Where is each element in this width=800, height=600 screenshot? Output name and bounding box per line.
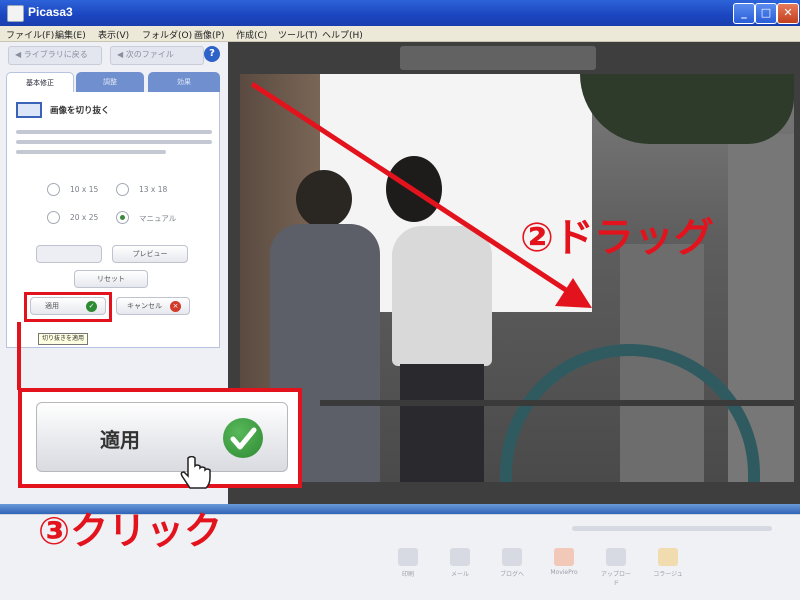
toolbar-label: ブログへ	[499, 571, 524, 578]
next-file-button[interactable]: ◀ 次のファイル	[110, 46, 204, 65]
window-title: Picasa3	[28, 5, 73, 19]
apply-tooltip: 切り抜きを適用	[38, 333, 89, 345]
menu-view[interactable]: 表示(V)	[98, 28, 129, 41]
drag-annotation: ②ドラッグ	[520, 215, 714, 261]
back-label: ライブラリに戻る	[23, 50, 88, 59]
reset-button[interactable]: リセット	[74, 270, 148, 288]
movie-icon	[554, 548, 574, 566]
thumbnail-strip[interactable]	[400, 46, 596, 70]
help-icon[interactable]: ?	[204, 46, 220, 62]
tab-effects[interactable]: 効果	[148, 72, 220, 92]
preview-button[interactable]: プレビュー	[112, 245, 188, 263]
minimize-button[interactable]: _	[733, 3, 755, 24]
toolbar-upload[interactable]: アップロード	[600, 548, 632, 587]
toolbar-blog[interactable]: ブログへ	[496, 548, 528, 578]
radio-label: 13 x 18	[139, 185, 168, 194]
apply-label-zoomed: 適用	[100, 428, 140, 452]
click-annotation: ③クリック	[38, 509, 223, 553]
app-icon	[7, 5, 24, 22]
cancel-button[interactable]: キャンセル ×	[116, 297, 190, 315]
callout-connector	[17, 322, 21, 390]
disabled-button	[36, 245, 102, 263]
radio-label: 20 x 25	[70, 213, 99, 222]
menu-edit[interactable]: 編集(E)	[55, 28, 86, 41]
radio-label: 10 x 15	[70, 185, 99, 194]
cancel-icon: ×	[170, 301, 181, 312]
apply-highlight	[24, 292, 112, 322]
back-to-library-button[interactable]: ◀ ライブラリに戻る	[8, 46, 102, 65]
toolbar-movie[interactable]: MoviePro	[548, 548, 580, 576]
crop-icon	[16, 102, 42, 118]
menu-folder[interactable]: フォルダ(O)	[142, 28, 192, 41]
email-icon	[450, 548, 470, 566]
collage-icon	[658, 548, 678, 566]
menu-create[interactable]: 作成(C)	[236, 28, 267, 41]
radio-manual[interactable]	[116, 211, 129, 224]
drag-arrow	[250, 81, 592, 308]
menu-bar: ファイル(F) 編集(E) 表示(V) フォルダ(O) 画像(P) 作成(C) …	[0, 26, 800, 42]
toolbar-email[interactable]: メール	[444, 548, 476, 578]
tab-tuning[interactable]: 調整	[76, 72, 144, 92]
toolbar-print[interactable]: 印刷	[392, 548, 424, 578]
menu-picture[interactable]: 画像(P)	[194, 28, 224, 41]
crop-description-line	[16, 130, 212, 134]
check-icon	[223, 418, 263, 458]
close-button[interactable]: ✕	[777, 3, 799, 24]
upload-icon	[606, 548, 626, 566]
tab-basic-fixes[interactable]: 基本修正	[6, 72, 74, 93]
blog-icon	[502, 548, 522, 566]
maximize-button[interactable]: □	[755, 3, 777, 24]
radio-10x15[interactable]	[47, 183, 60, 196]
toolbar-label: 印刷	[401, 571, 414, 578]
title-bar: Picasa3 _ □ ✕	[0, 0, 800, 26]
cancel-label: キャンセル	[127, 302, 162, 310]
radio-20x25[interactable]	[47, 211, 60, 224]
hand-cursor-icon	[180, 456, 211, 489]
toolbar-label: MoviePro	[550, 569, 578, 576]
toolbar-collage[interactable]: コラージュ	[652, 548, 684, 578]
next-label: 次のファイル	[125, 50, 174, 59]
crop-description-line	[16, 150, 166, 154]
menu-file[interactable]: ファイル(F)	[6, 28, 54, 41]
crop-description-line	[16, 140, 212, 144]
menu-help[interactable]: ヘルプ(H)	[322, 28, 363, 41]
menu-tools[interactable]: ツール(T)	[278, 28, 318, 41]
edit-tabs: 基本修正 調整 効果	[6, 72, 220, 93]
nav-row: ◀ ライブラリに戻る ◀ 次のファイル ?	[8, 44, 220, 66]
toolbar-label: アップロード	[600, 571, 631, 587]
zoom-slider[interactable]	[572, 526, 772, 531]
toolbar-label: メール	[450, 571, 469, 578]
radio-label: マニュアル	[139, 214, 177, 223]
print-icon	[398, 548, 418, 566]
crop-title: 画像を切り抜く	[50, 106, 110, 116]
toolbar-label: コラージュ	[653, 571, 683, 578]
radio-13x18[interactable]	[116, 183, 129, 196]
